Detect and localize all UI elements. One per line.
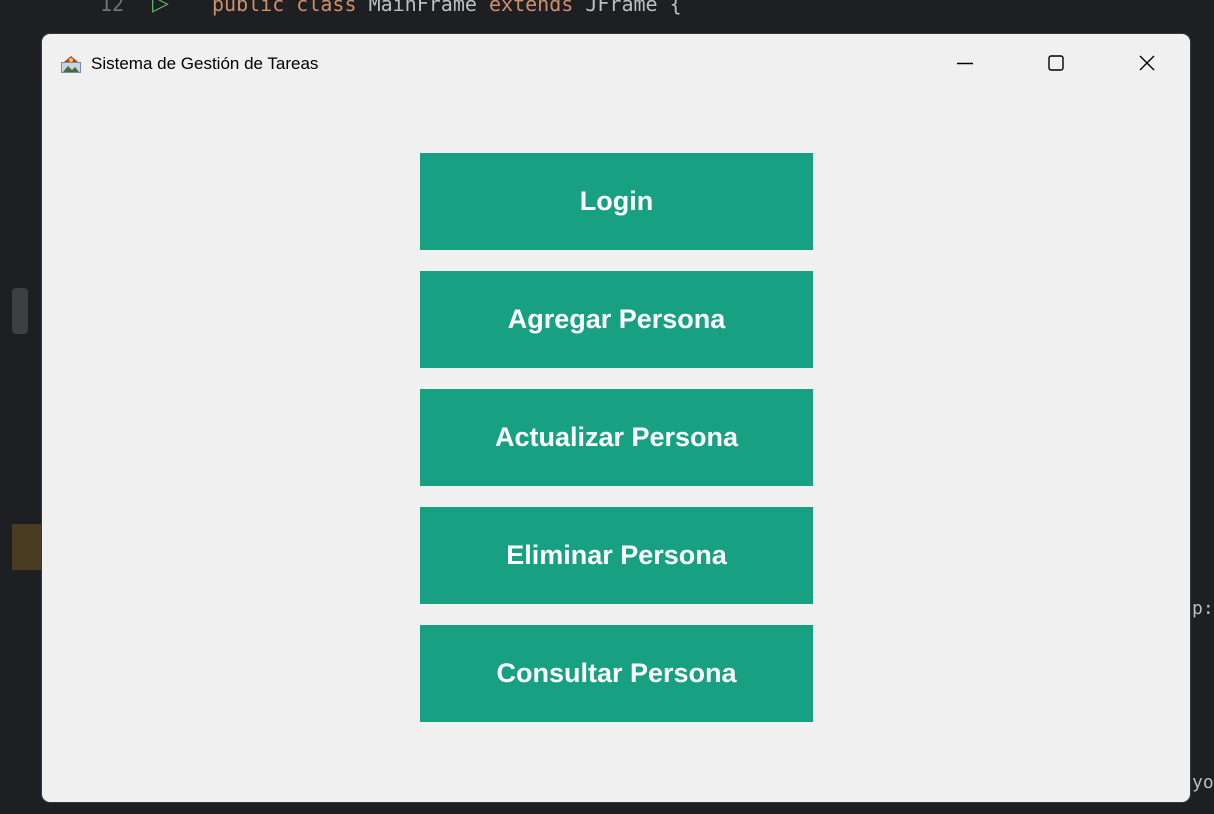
eliminar-persona-button[interactable]: Eliminar Persona xyxy=(420,507,813,604)
maximize-icon xyxy=(1048,55,1064,71)
java-app-icon xyxy=(61,56,81,73)
ide-scrollbar-thumb[interactable] xyxy=(12,288,28,334)
app-window: Sistema de Gestión de Tareas Login Agreg… xyxy=(42,34,1190,802)
maximize-button[interactable] xyxy=(1033,43,1079,83)
window-title: Sistema de Gestión de Tareas xyxy=(91,54,319,73)
ide-line-number: 12 xyxy=(100,0,125,16)
code-identifier: MainFrame xyxy=(368,0,477,16)
ide-code-line: public class MainFrame extends JFrame { xyxy=(212,0,682,16)
code-keyword: extends xyxy=(488,0,574,16)
minimize-button[interactable] xyxy=(942,43,988,83)
close-button[interactable] xyxy=(1124,43,1170,83)
login-button[interactable]: Login xyxy=(420,153,813,250)
close-icon xyxy=(1139,55,1155,71)
actualizar-persona-button[interactable]: Actualizar Persona xyxy=(420,389,813,486)
ide-edge-text: p: xyxy=(1192,598,1214,619)
agregar-persona-button[interactable]: Agregar Persona xyxy=(420,271,813,368)
consultar-persona-button[interactable]: Consultar Persona xyxy=(420,625,813,722)
code-keyword: public xyxy=(212,0,285,16)
run-icon[interactable]: ▷ xyxy=(152,0,169,16)
code-identifier: JFrame { xyxy=(585,0,682,16)
ide-edge-text: yo xyxy=(1192,772,1214,793)
ide-line-highlight xyxy=(12,524,42,570)
title-bar[interactable]: Sistema de Gestión de Tareas xyxy=(42,34,1190,94)
minimize-icon xyxy=(957,62,973,65)
code-keyword: class xyxy=(296,0,357,16)
